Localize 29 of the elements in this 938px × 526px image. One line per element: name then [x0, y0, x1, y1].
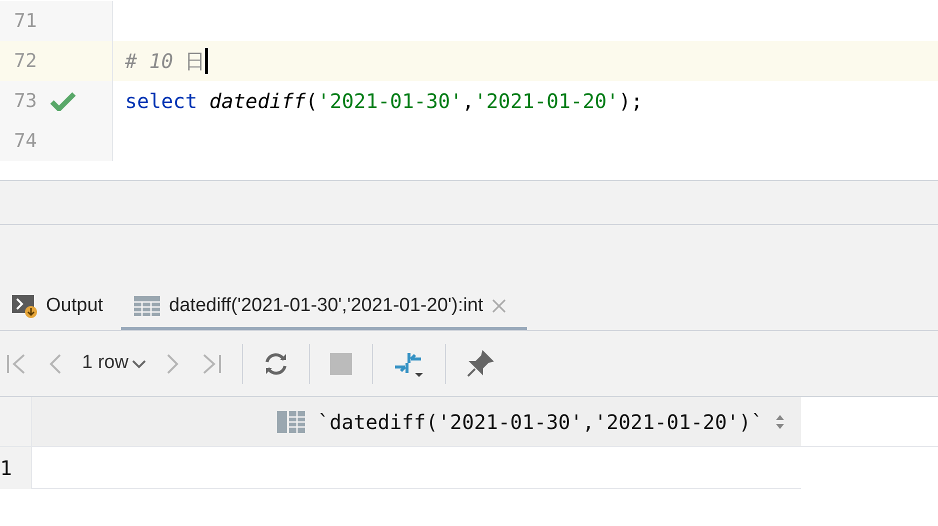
code-token: ,: [462, 88, 474, 115]
code-token: (: [306, 88, 318, 115]
table-icon: [133, 295, 162, 317]
console-icon: [12, 293, 38, 319]
code-token: select: [125, 88, 198, 115]
code-token: );: [618, 88, 643, 115]
line-number: 72: [13, 48, 38, 74]
code-token: datediff: [209, 88, 306, 115]
text-cursor: [205, 48, 208, 74]
code-token: '2021-01-20': [474, 88, 619, 115]
line-number: 74: [13, 128, 38, 154]
code-token: '2021-01-30': [318, 88, 462, 115]
chevron-down-icon: [132, 358, 146, 368]
pin-icon[interactable]: [466, 350, 494, 378]
row-number: 1: [0, 447, 32, 489]
code-comment: 日: [185, 48, 206, 75]
code-comment: # 10: [125, 48, 174, 75]
next-icon[interactable]: [166, 352, 180, 374]
previous-icon[interactable]: [48, 352, 62, 374]
sort-icon[interactable]: [775, 414, 785, 430]
stop-icon[interactable]: [330, 352, 352, 374]
refresh-icon[interactable]: [263, 350, 290, 376]
panel-tab[interactable]: Output: [0, 285, 116, 330]
column-icon: [277, 410, 306, 432]
close-icon[interactable]: [491, 298, 508, 314]
column-header[interactable]: `datediff('2021-01-30','2021-01-20')`: [32, 397, 801, 446]
line-number: 73: [13, 88, 38, 114]
row-count-dropdown[interactable]: 1 row: [82, 349, 146, 378]
line-number: 71: [13, 8, 38, 34]
